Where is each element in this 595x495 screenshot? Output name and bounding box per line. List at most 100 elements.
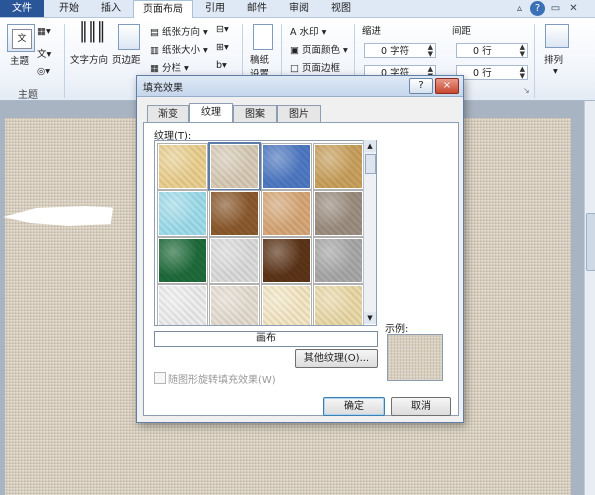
page-borders-icon: □ [290, 63, 302, 74]
texture-tile-2[interactable] [208, 142, 261, 191]
texture-tile-6[interactable] [209, 190, 260, 237]
indent-left-input[interactable]: 0 字符 ▲ ▼ [364, 43, 436, 58]
texture-tile-10[interactable] [209, 237, 260, 284]
margins-icon[interactable] [118, 24, 140, 50]
page-borders-button[interactable]: □ 页面边框 [290, 60, 340, 74]
spin-arrows-icon[interactable]: ▲▼ [520, 44, 525, 58]
sample-preview [387, 334, 443, 381]
columns-button[interactable]: ▦ 分栏 ▾ [150, 60, 189, 74]
divider [534, 24, 535, 98]
scroll-up-icon[interactable]: ▲ [364, 140, 376, 152]
spacing-title: 间距 [452, 26, 472, 37]
tab-picture[interactable]: 图片 [277, 105, 321, 123]
close-window-icon[interactable]: ✕ [566, 1, 581, 16]
theme-colors-icon[interactable]: ▦▾ [37, 26, 51, 37]
line-numbers-icon[interactable]: ⊞▾ [216, 42, 229, 53]
size-button[interactable]: ▥ 纸张大小 ▾ [150, 42, 208, 56]
texture-tile-14[interactable] [209, 284, 260, 325]
arrange-button[interactable]: 排列 [544, 52, 563, 66]
tab-review[interactable]: 审阅 [280, 0, 318, 17]
ok-button[interactable]: 确定 [323, 397, 385, 416]
tab-file[interactable]: 文件 [0, 0, 44, 17]
help-icon[interactable]: ? [530, 1, 545, 16]
theme-effects-icon[interactable]: ◎▾ [37, 66, 50, 77]
page-color-icon: ▣ [290, 45, 302, 56]
orientation-button[interactable]: ▤ 纸张方向 ▾ [150, 24, 208, 38]
indent-left-value: 0 字符 [381, 46, 410, 57]
tab-texture[interactable]: 纹理 [189, 103, 233, 124]
page-color-label: 页面颜色 [302, 45, 341, 56]
cancel-button[interactable]: 取消 [391, 397, 451, 416]
dialog-close-button[interactable]: × [435, 78, 459, 94]
texture-tile-5[interactable] [157, 190, 208, 237]
rotate-with-shape-checkbox[interactable] [154, 372, 166, 384]
spacing-before-value: 0 行 [473, 46, 492, 57]
scrollbar-thumb[interactable] [586, 213, 595, 271]
texture-tile-13[interactable] [157, 284, 208, 325]
spacing-before-input[interactable]: 0 行 ▲ ▼ [456, 43, 528, 58]
spacing-after-input[interactable]: 0 行 ▲ ▼ [456, 65, 528, 80]
texture-tile-16[interactable] [313, 284, 364, 325]
ribbon-tab-bar: 文件 开始 插入 页面布局 引用 邮件 审阅 视图 ▵ ? ▭ ✕ [0, 0, 595, 18]
divider [64, 24, 65, 98]
texture-tile-8[interactable] [313, 190, 364, 237]
texture-scrollbar[interactable]: ▲ ▼ [363, 140, 376, 324]
spacing-after-value: 0 行 [473, 68, 492, 79]
tab-references[interactable]: 引用 [196, 0, 234, 17]
arrange-icon[interactable] [545, 24, 569, 48]
texture-tile-1[interactable] [157, 143, 208, 190]
vertical-scrollbar[interactable] [584, 101, 595, 495]
draft-paper-button[interactable]: 稿纸 [250, 52, 269, 66]
indent-title: 缩进 [362, 26, 382, 37]
themes-button[interactable]: 主题 [10, 53, 29, 67]
texture-grid [154, 140, 377, 326]
texture-name-field: 画布 [154, 331, 378, 347]
watermark-button[interactable]: A 水印 ▾ [290, 24, 326, 38]
texture-tile-11[interactable] [261, 237, 312, 284]
rotate-with-shape-label: 随图形旋转填充效果(W) [168, 375, 276, 386]
theme-fonts-icon[interactable]: 文▾ [37, 46, 51, 60]
dialog-help-button[interactable]: ? [409, 78, 433, 94]
texture-tile-9[interactable] [157, 237, 208, 284]
spin-arrows-icon[interactable]: ▲▼ [428, 44, 433, 58]
texture-tile-3[interactable] [261, 143, 312, 190]
texture-tile-7[interactable] [261, 190, 312, 237]
scroll-thumb[interactable] [365, 154, 376, 174]
theme-group-label: 主题 [18, 90, 38, 101]
page-borders-label: 页面边框 [302, 63, 341, 74]
themes-icon[interactable]: 文 [7, 24, 35, 52]
draft-paper-icon[interactable] [253, 24, 273, 50]
tab-mailings[interactable]: 邮件 [238, 0, 276, 17]
hyphenation-icon[interactable]: b▾ [216, 60, 227, 71]
watermark-label: 水印 [299, 27, 319, 38]
tab-gradient[interactable]: 渐变 [147, 105, 189, 123]
tab-page-layout[interactable]: 页面布局 [133, 0, 193, 18]
tab-pattern[interactable]: 图案 [233, 105, 277, 123]
minimize-ribbon-icon[interactable]: ▵ [512, 1, 527, 16]
columns-icon: ▦ [150, 63, 162, 74]
restore-icon[interactable]: ▭ [548, 1, 563, 16]
arrange-dropdown-icon[interactable]: ▾ [553, 66, 558, 77]
orientation-label: 纸张方向 [162, 27, 201, 38]
text-direction-icon[interactable]: ║║║ [78, 22, 106, 43]
size-label: 纸张大小 [162, 45, 201, 56]
texture-tile-15[interactable] [261, 284, 312, 325]
dialog-launcher-icon[interactable]: ↘ [523, 86, 530, 95]
dialog-title: 填充效果 [143, 83, 183, 94]
page-color-button[interactable]: ▣ 页面颜色 ▾ [290, 42, 348, 56]
scroll-down-icon[interactable]: ▼ [364, 312, 376, 324]
breaks-icon[interactable]: ⊟▾ [216, 24, 229, 35]
text-direction-button[interactable]: 文字方向 [70, 52, 108, 66]
size-icon: ▥ [150, 45, 162, 56]
fill-effects-dialog: 填充效果 ? × 渐变 纹理 图案 图片 纹理(T): ▲ ▼ 画布 其他纹理(… [136, 75, 464, 423]
dialog-titlebar[interactable]: 填充效果 ? × [137, 76, 463, 97]
other-texture-button[interactable]: 其他纹理(O)... [295, 349, 378, 368]
tab-insert[interactable]: 插入 [92, 0, 130, 17]
margins-button[interactable]: 页边距 [112, 52, 141, 66]
texture-tile-12[interactable] [313, 237, 364, 284]
spin-arrows-icon[interactable]: ▲▼ [520, 66, 525, 80]
orientation-icon: ▤ [150, 27, 162, 38]
texture-tile-4[interactable] [313, 143, 364, 190]
tab-view[interactable]: 视图 [322, 0, 360, 17]
tab-home[interactable]: 开始 [50, 0, 88, 17]
